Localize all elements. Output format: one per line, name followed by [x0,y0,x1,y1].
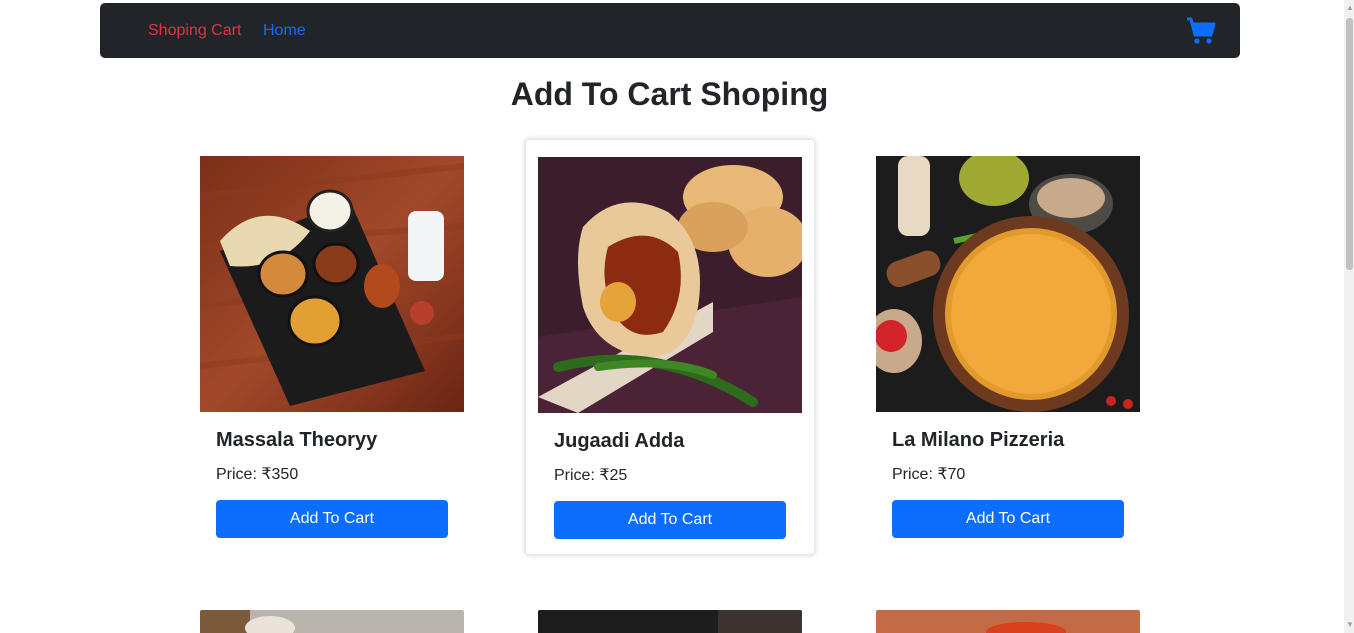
product-image-partial [538,610,802,633]
product-card: Jugaadi Adda Price: ₹25 Add To Cart [525,139,815,555]
product-image-partial [200,610,464,633]
nav-home-link[interactable]: Home [263,22,306,40]
add-to-cart-button[interactable]: Add To Cart [554,501,786,539]
top-navbar: Shoping Cart Home [100,3,1240,58]
product-price: Price: ₹25 [554,467,628,484]
product-card: Massala Theoryy Price: ₹350 Add To Cart [188,139,478,555]
product-name: Massala Theoryy [216,429,378,451]
add-to-cart-button[interactable]: Add To Cart [892,500,1124,538]
product-name: La Milano Pizzeria [892,429,1065,451]
product-name: Jugaadi Adda [554,430,685,452]
product-image-thali [200,156,464,412]
add-to-cart-button[interactable]: Add To Cart [216,500,448,538]
product-image-pizza [876,156,1140,412]
shopping-cart-icon[interactable] [1186,17,1216,45]
product-price: Price: ₹350 [216,466,299,483]
scroll-up-arrow-icon[interactable]: ▲ [1346,3,1354,12]
product-card: La Milano Pizzeria Price: ₹70 Add To Car… [864,139,1154,555]
scrollbar-thumb[interactable] [1346,18,1353,270]
page-title: Add To Cart Shoping [510,76,829,112]
product-price: Price: ₹70 [892,466,966,483]
product-image-partial [876,610,1140,633]
brand-link[interactable]: Shoping Cart [148,22,241,40]
scroll-down-arrow-icon[interactable]: ▼ [1346,620,1354,629]
product-image-vada-pav [538,157,802,413]
